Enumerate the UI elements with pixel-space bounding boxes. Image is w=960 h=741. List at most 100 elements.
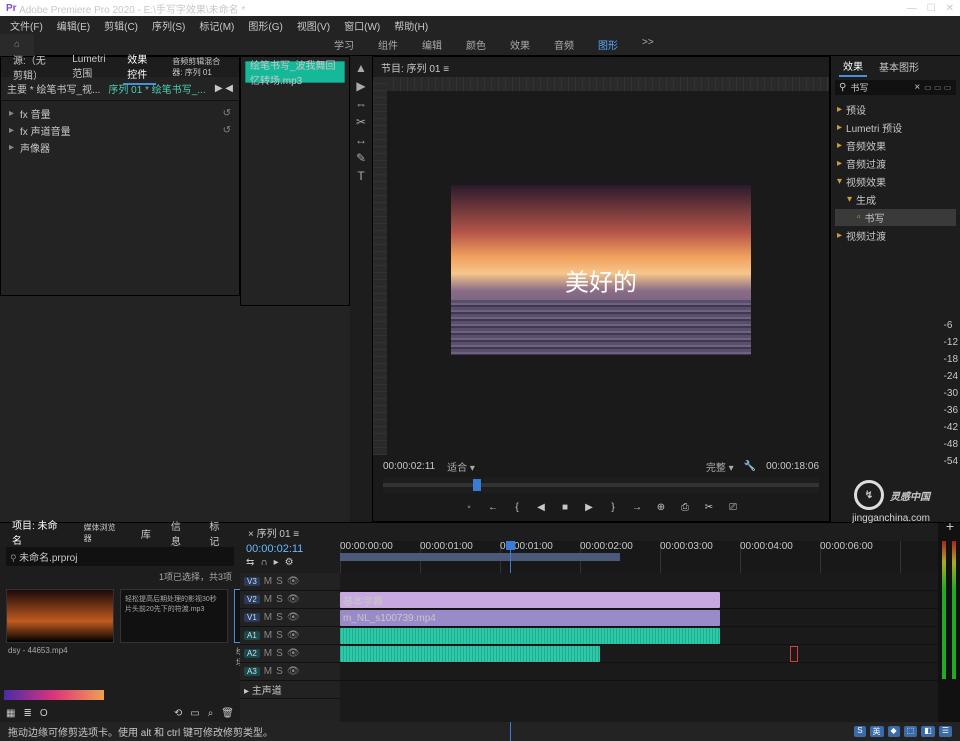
eye-icon[interactable]: 👁 xyxy=(287,648,300,659)
freeform-view-icon[interactable]: O xyxy=(40,708,48,719)
goto-in-button[interactable]: { xyxy=(510,502,524,513)
track-row[interactable] xyxy=(340,663,938,681)
menu-markers[interactable]: 标记(M) xyxy=(199,18,234,33)
selection-tool-icon[interactable]: ▲ xyxy=(355,62,367,74)
menu-help[interactable]: 帮助(H) xyxy=(394,18,428,33)
fx-row-panner[interactable]: ▸声像器 xyxy=(1,139,239,156)
export-frame-button[interactable]: ✂ xyxy=(702,502,716,513)
menu-file[interactable]: 文件(F) xyxy=(10,18,43,33)
program-timecode-left[interactable]: 00:00:02:11 xyxy=(383,461,435,472)
snap-icon[interactable]: ⇆ xyxy=(246,557,254,568)
ime-badge[interactable]: ☰ xyxy=(939,726,952,737)
fx-tree-item[interactable]: ▾视频效果 xyxy=(835,173,956,190)
fx-seq-clip[interactable]: 序列 01 * 绘笔书写_... xyxy=(108,81,205,96)
playhead-icon[interactable] xyxy=(473,479,481,491)
fx-tree-item[interactable]: ▸Lumetri 预设 xyxy=(835,119,956,136)
track-header[interactable]: A3MS👁 xyxy=(240,663,340,681)
timeline-clip[interactable]: m_NL_s100739.mp4 xyxy=(340,610,720,626)
icon-view-icon[interactable]: ≣ xyxy=(23,708,31,719)
menu-edit[interactable]: 编辑(E) xyxy=(57,18,90,33)
wrench-icon[interactable]: 🔧 xyxy=(744,461,756,472)
track-row[interactable] xyxy=(340,573,938,591)
eye-icon[interactable]: 👁 xyxy=(287,666,300,677)
quality-dropdown[interactable]: 完整 ▾ xyxy=(706,459,734,474)
tab-markers[interactable]: 标记 xyxy=(205,516,232,550)
mix-track-header[interactable]: ▸ 主声道 xyxy=(240,681,340,699)
eye-icon[interactable]: 👁 xyxy=(287,594,300,605)
fit-dropdown[interactable]: 适合 ▾ xyxy=(447,459,475,474)
solo-icon[interactable]: S xyxy=(276,666,283,677)
solo-icon[interactable]: S xyxy=(276,648,283,659)
project-search[interactable]: ⚲ 未命名.prproj xyxy=(6,547,234,566)
fx-row-volume[interactable]: ▸fx 音量↺ xyxy=(1,105,239,122)
eye-icon[interactable]: 👁 xyxy=(287,576,300,587)
mute-icon[interactable]: M xyxy=(264,576,272,587)
out-marker[interactable] xyxy=(790,646,798,662)
project-item[interactable] xyxy=(6,589,114,643)
marker-icon[interactable]: ▸ xyxy=(274,557,279,568)
program-scrubber[interactable] xyxy=(383,477,819,493)
timeline-ruler[interactable]: 00:00:00:0000:00:01:0000:00:01:0000:00:0… xyxy=(340,541,938,573)
tab-audio-mixer[interactable]: 音频剪辑混合器: 序列 01 xyxy=(168,54,231,80)
ws-learn[interactable]: 学习 xyxy=(334,37,354,52)
ime-badge[interactable]: ◧ xyxy=(921,726,935,737)
mute-icon[interactable]: M xyxy=(264,594,272,605)
track-header[interactable]: V3MS👁 xyxy=(240,573,340,591)
maximize-icon[interactable]: ☐ xyxy=(927,3,936,14)
mute-icon[interactable]: M xyxy=(264,612,272,623)
tab-media-browser[interactable]: 媒体浏览器 xyxy=(80,520,125,546)
ime-badge[interactable]: S xyxy=(854,726,865,737)
solo-icon[interactable]: S xyxy=(276,612,283,623)
project-item[interactable]: 轻松提高后期处理的影视30秒 片头前20先下的符渡.mp3 xyxy=(120,589,228,643)
ws-graphics[interactable]: 图形 xyxy=(598,37,618,52)
pen-tool-icon[interactable]: ✎ xyxy=(356,152,366,164)
ws-overflow[interactable]: >> xyxy=(642,37,654,52)
tab-info[interactable]: 信息 xyxy=(167,516,194,550)
ws-effects[interactable]: 效果 xyxy=(510,37,530,52)
timeline-clip[interactable] xyxy=(340,628,720,644)
linked-sel-icon[interactable]: ∩ xyxy=(260,557,267,568)
track-header[interactable]: V1MS👁 xyxy=(240,609,340,627)
video-frame[interactable]: 美好的 xyxy=(451,185,751,355)
eye-icon[interactable]: 👁 xyxy=(287,612,300,623)
track-header[interactable]: V2MS👁 xyxy=(240,591,340,609)
fx-tree-item[interactable]: ▸音频效果 xyxy=(835,137,956,154)
fx-row-channel[interactable]: ▸fx 声道音量↺ xyxy=(1,122,239,139)
ripple-tool-icon[interactable]: ⇔ xyxy=(355,98,367,110)
menu-clip[interactable]: 剪辑(C) xyxy=(104,18,138,33)
reset-icon[interactable]: ↺ xyxy=(223,108,231,119)
close-icon[interactable]: ✕ xyxy=(946,3,954,14)
program-tab[interactable]: 节目: 序列 01 ≡ xyxy=(381,60,449,75)
in-out-range[interactable] xyxy=(340,553,620,561)
tab-effects[interactable]: 效果 xyxy=(839,56,867,77)
marker-button[interactable]: ◦ xyxy=(462,502,476,513)
clear-search-icon[interactable]: × xyxy=(914,82,920,93)
extract-button[interactable]: ⎙ xyxy=(678,502,692,513)
ime-badge[interactable]: ⬚ xyxy=(904,726,918,737)
ime-badge[interactable]: ◆ xyxy=(888,726,900,737)
minimize-icon[interactable]: — xyxy=(907,3,917,14)
eye-icon[interactable]: 👁 xyxy=(287,630,300,641)
tab-essential-graphics[interactable]: 基本图形 xyxy=(875,57,923,76)
fx-filter-icons[interactable]: ▭ ▭ ▭ xyxy=(924,83,951,92)
step-back-button[interactable]: ◀ xyxy=(534,502,548,513)
fx-tree-item[interactable]: ▾生成 xyxy=(835,191,956,208)
mute-icon[interactable]: M xyxy=(264,666,272,677)
lift-button[interactable]: ⊕ xyxy=(654,502,668,513)
ruler-horizontal[interactable] xyxy=(387,77,829,91)
timeline-clip[interactable] xyxy=(340,646,600,662)
mute-icon[interactable]: M xyxy=(264,630,272,641)
tab-source[interactable]: 源:（无剪辑） xyxy=(9,50,56,84)
in-button[interactable]: ← xyxy=(486,502,500,513)
fx-tree-item[interactable]: ▸预设 xyxy=(835,101,956,118)
solo-icon[interactable]: S xyxy=(276,576,283,587)
settings-icon[interactable]: ⚙ xyxy=(285,557,294,568)
ws-color[interactable]: 颜色 xyxy=(466,37,486,52)
add-button-icon[interactable]: + xyxy=(946,518,954,534)
razor-tool-icon[interactable]: ✂ xyxy=(356,116,366,128)
type-tool-icon[interactable]: T xyxy=(357,170,364,182)
timeline-timecode[interactable]: 00:00:02:11 xyxy=(246,543,334,555)
timeline-clip[interactable]: 基本字幕 xyxy=(340,592,720,608)
fx-tree-item[interactable]: ▸视频过渡 xyxy=(835,227,956,244)
timeline-tab[interactable]: × 序列 01 ≡ xyxy=(248,525,299,540)
